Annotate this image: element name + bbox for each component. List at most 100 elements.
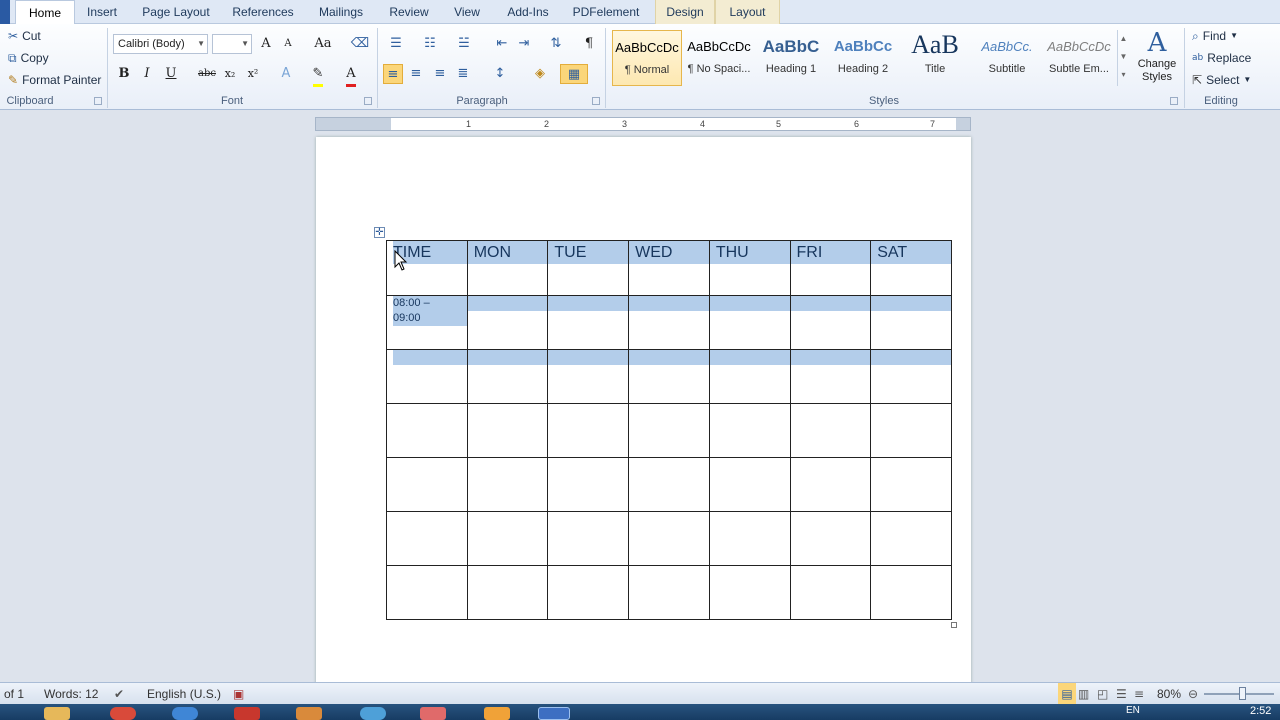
browser-taskbar-icon[interactable] <box>172 707 198 720</box>
table-cell[interactable] <box>870 511 952 566</box>
word-taskbar-icon[interactable] <box>538 707 570 720</box>
table-cell[interactable] <box>547 349 630 404</box>
language-indicator[interactable]: English (U.S.) <box>147 683 221 705</box>
superscript-button[interactable]: x² <box>243 64 263 84</box>
table-cell[interactable] <box>466 295 549 350</box>
text-effects-button[interactable]: A <box>276 64 296 84</box>
bullets-button[interactable]: ☰ <box>384 34 408 54</box>
table-cell[interactable] <box>547 565 630 620</box>
table-cell[interactable]: SAT <box>870 240 952 296</box>
align-left-button[interactable]: ≡ <box>383 64 403 84</box>
table-cell[interactable] <box>466 565 549 620</box>
table-cell[interactable] <box>789 565 872 620</box>
format-painter-button[interactable]: ✎ Format Painter <box>8 70 101 90</box>
tab-pdfelement[interactable]: PDFelement <box>570 0 642 24</box>
tab-insert[interactable]: Insert <box>80 0 124 24</box>
style-heading-1[interactable]: AaBbC Heading 1 <box>756 30 826 86</box>
table-cell[interactable] <box>466 511 549 566</box>
table-cell[interactable]: TUE <box>547 240 630 296</box>
grow-font-button[interactable]: A <box>256 34 276 54</box>
app-taskbar-icon[interactable] <box>484 707 510 720</box>
table-cell[interactable] <box>466 349 549 404</box>
table-cell[interactable] <box>386 565 468 620</box>
table-cell[interactable] <box>870 565 952 620</box>
shading-button[interactable]: ◈ <box>528 64 552 84</box>
table-cell[interactable] <box>386 403 468 458</box>
table-cell[interactable]: THU <box>708 240 791 296</box>
paragraph-dialog-launcher[interactable] <box>592 97 600 105</box>
table-cell[interactable] <box>466 403 549 458</box>
table-cell[interactable] <box>789 511 872 566</box>
increase-indent-button[interactable]: ⇥ <box>514 34 534 54</box>
show-formatting-button[interactable]: ¶ <box>579 34 599 54</box>
input-language[interactable]: EN <box>1126 705 1140 716</box>
tab-home[interactable]: Home <box>15 0 75 25</box>
table-cell[interactable] <box>708 565 791 620</box>
tab-table-layout[interactable]: Layout <box>715 0 780 24</box>
borders-button[interactable]: ▦ <box>560 64 588 84</box>
table-cell[interactable] <box>547 457 630 512</box>
table-cell[interactable] <box>466 457 549 512</box>
table-cell[interactable] <box>789 457 872 512</box>
tab-references[interactable]: References <box>228 0 298 24</box>
table-cell[interactable]: WED <box>628 240 710 296</box>
style-normal[interactable]: AaBbCcDc ¶ Normal <box>612 30 682 86</box>
table-cell[interactable] <box>628 511 710 566</box>
numbering-button[interactable]: ☷ <box>418 34 442 54</box>
tab-table-design[interactable]: Design <box>655 0 715 24</box>
change-styles-button[interactable]: A Change Styles <box>1134 28 1180 92</box>
app-taskbar-icon[interactable] <box>360 707 386 720</box>
table-cell[interactable] <box>789 349 872 404</box>
style-subtitle[interactable]: AaBbCc. Subtitle <box>972 30 1042 86</box>
table-cell[interactable] <box>547 403 630 458</box>
table-cell[interactable]: MON <box>466 240 549 296</box>
zoom-level[interactable]: 80% <box>1157 683 1181 705</box>
table-cell[interactable]: FRI <box>789 240 872 296</box>
font-size-dropdown[interactable]: ▼ <box>212 34 252 54</box>
chrome-taskbar-icon[interactable] <box>110 707 136 720</box>
horizontal-ruler[interactable]: 1 2 3 4 5 6 7 <box>315 117 971 131</box>
proofing-icon[interactable]: ✔ <box>114 683 124 705</box>
justify-button[interactable]: ≣ <box>453 64 473 84</box>
font-color-button[interactable]: A <box>341 64 361 87</box>
highlight-color-button[interactable]: ✎ <box>308 64 328 87</box>
table-cell[interactable] <box>628 349 710 404</box>
sort-button[interactable]: ⇅ <box>546 34 566 54</box>
subscript-button[interactable]: x₂ <box>220 64 240 84</box>
file-tab-edge[interactable] <box>0 0 10 24</box>
tab-review[interactable]: Review <box>384 0 434 24</box>
word-count[interactable]: Words: 12 <box>44 683 98 705</box>
copy-button[interactable]: ⧉ Copy <box>8 48 49 68</box>
print-layout-view-icon[interactable]: ▤ <box>1058 683 1076 705</box>
cut-button[interactable]: ✂ Cut <box>8 26 41 46</box>
tab-view[interactable]: View <box>448 0 486 24</box>
table-cell[interactable] <box>628 403 710 458</box>
web-layout-icon[interactable]: ◰ <box>1097 683 1108 705</box>
table-resize-handle[interactable] <box>951 622 957 628</box>
app-taskbar-icon[interactable] <box>420 707 446 720</box>
table-cell[interactable] <box>870 457 952 512</box>
table-cell[interactable] <box>547 295 630 350</box>
tab-add-ins[interactable]: Add-Ins <box>500 0 556 24</box>
underline-button[interactable]: U <box>161 64 181 84</box>
app-taskbar-icon[interactable] <box>296 707 322 720</box>
align-right-button[interactable]: ≡ <box>430 64 450 84</box>
style-heading-2[interactable]: AaBbCc Heading 2 <box>828 30 898 86</box>
outline-view-icon[interactable]: ☰ <box>1116 683 1127 705</box>
table-cell[interactable] <box>870 403 952 458</box>
page-count[interactable]: of 1 <box>4 683 24 705</box>
app-taskbar-icon[interactable] <box>234 707 260 720</box>
table-cell[interactable] <box>708 403 791 458</box>
replace-button[interactable]: ab Replace <box>1192 48 1251 68</box>
table-cell[interactable] <box>628 457 710 512</box>
table-cell[interactable] <box>708 295 791 350</box>
change-case-button[interactable]: Aa <box>310 34 336 54</box>
italic-button[interactable]: I <box>137 64 157 84</box>
zoom-slider-thumb[interactable] <box>1239 687 1246 700</box>
strikethrough-button[interactable]: abc <box>196 64 218 84</box>
table-cell[interactable] <box>386 349 468 404</box>
system-clock[interactable]: 2:52 <box>1250 705 1271 717</box>
line-spacing-button[interactable]: ↕ <box>488 64 512 84</box>
clipboard-dialog-launcher[interactable] <box>94 97 102 105</box>
table-cell[interactable] <box>789 295 872 350</box>
